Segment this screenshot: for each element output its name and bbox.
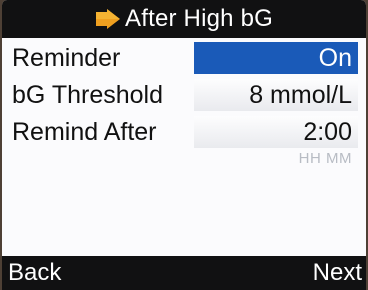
time-format-hint: HH MM: [298, 150, 352, 167]
next-softkey[interactable]: Next: [313, 256, 362, 290]
remind-after-value[interactable]: 2:00: [194, 116, 358, 148]
page-title: After High bG: [125, 5, 273, 32]
reminder-row[interactable]: Reminder On: [2, 40, 366, 76]
arrow-right-icon: [96, 9, 120, 29]
reminder-value[interactable]: On: [194, 42, 358, 74]
remind-after-row[interactable]: Remind After 2:00: [2, 114, 366, 150]
bg-threshold-label: bG Threshold: [12, 81, 164, 109]
title-bar: After High bG: [2, 0, 366, 38]
screen: After High bG Reminder On bG Threshold 8…: [2, 0, 366, 290]
bg-threshold-value[interactable]: 8 mmol/L: [194, 79, 358, 111]
back-softkey[interactable]: Back: [8, 256, 61, 290]
softkey-bar: Back Next: [2, 256, 366, 290]
bg-threshold-row[interactable]: bG Threshold 8 mmol/L: [2, 77, 366, 113]
device-frame: After High bG Reminder On bG Threshold 8…: [0, 0, 368, 290]
reminder-label: Reminder: [12, 44, 121, 72]
remind-after-label: Remind After: [12, 118, 157, 146]
